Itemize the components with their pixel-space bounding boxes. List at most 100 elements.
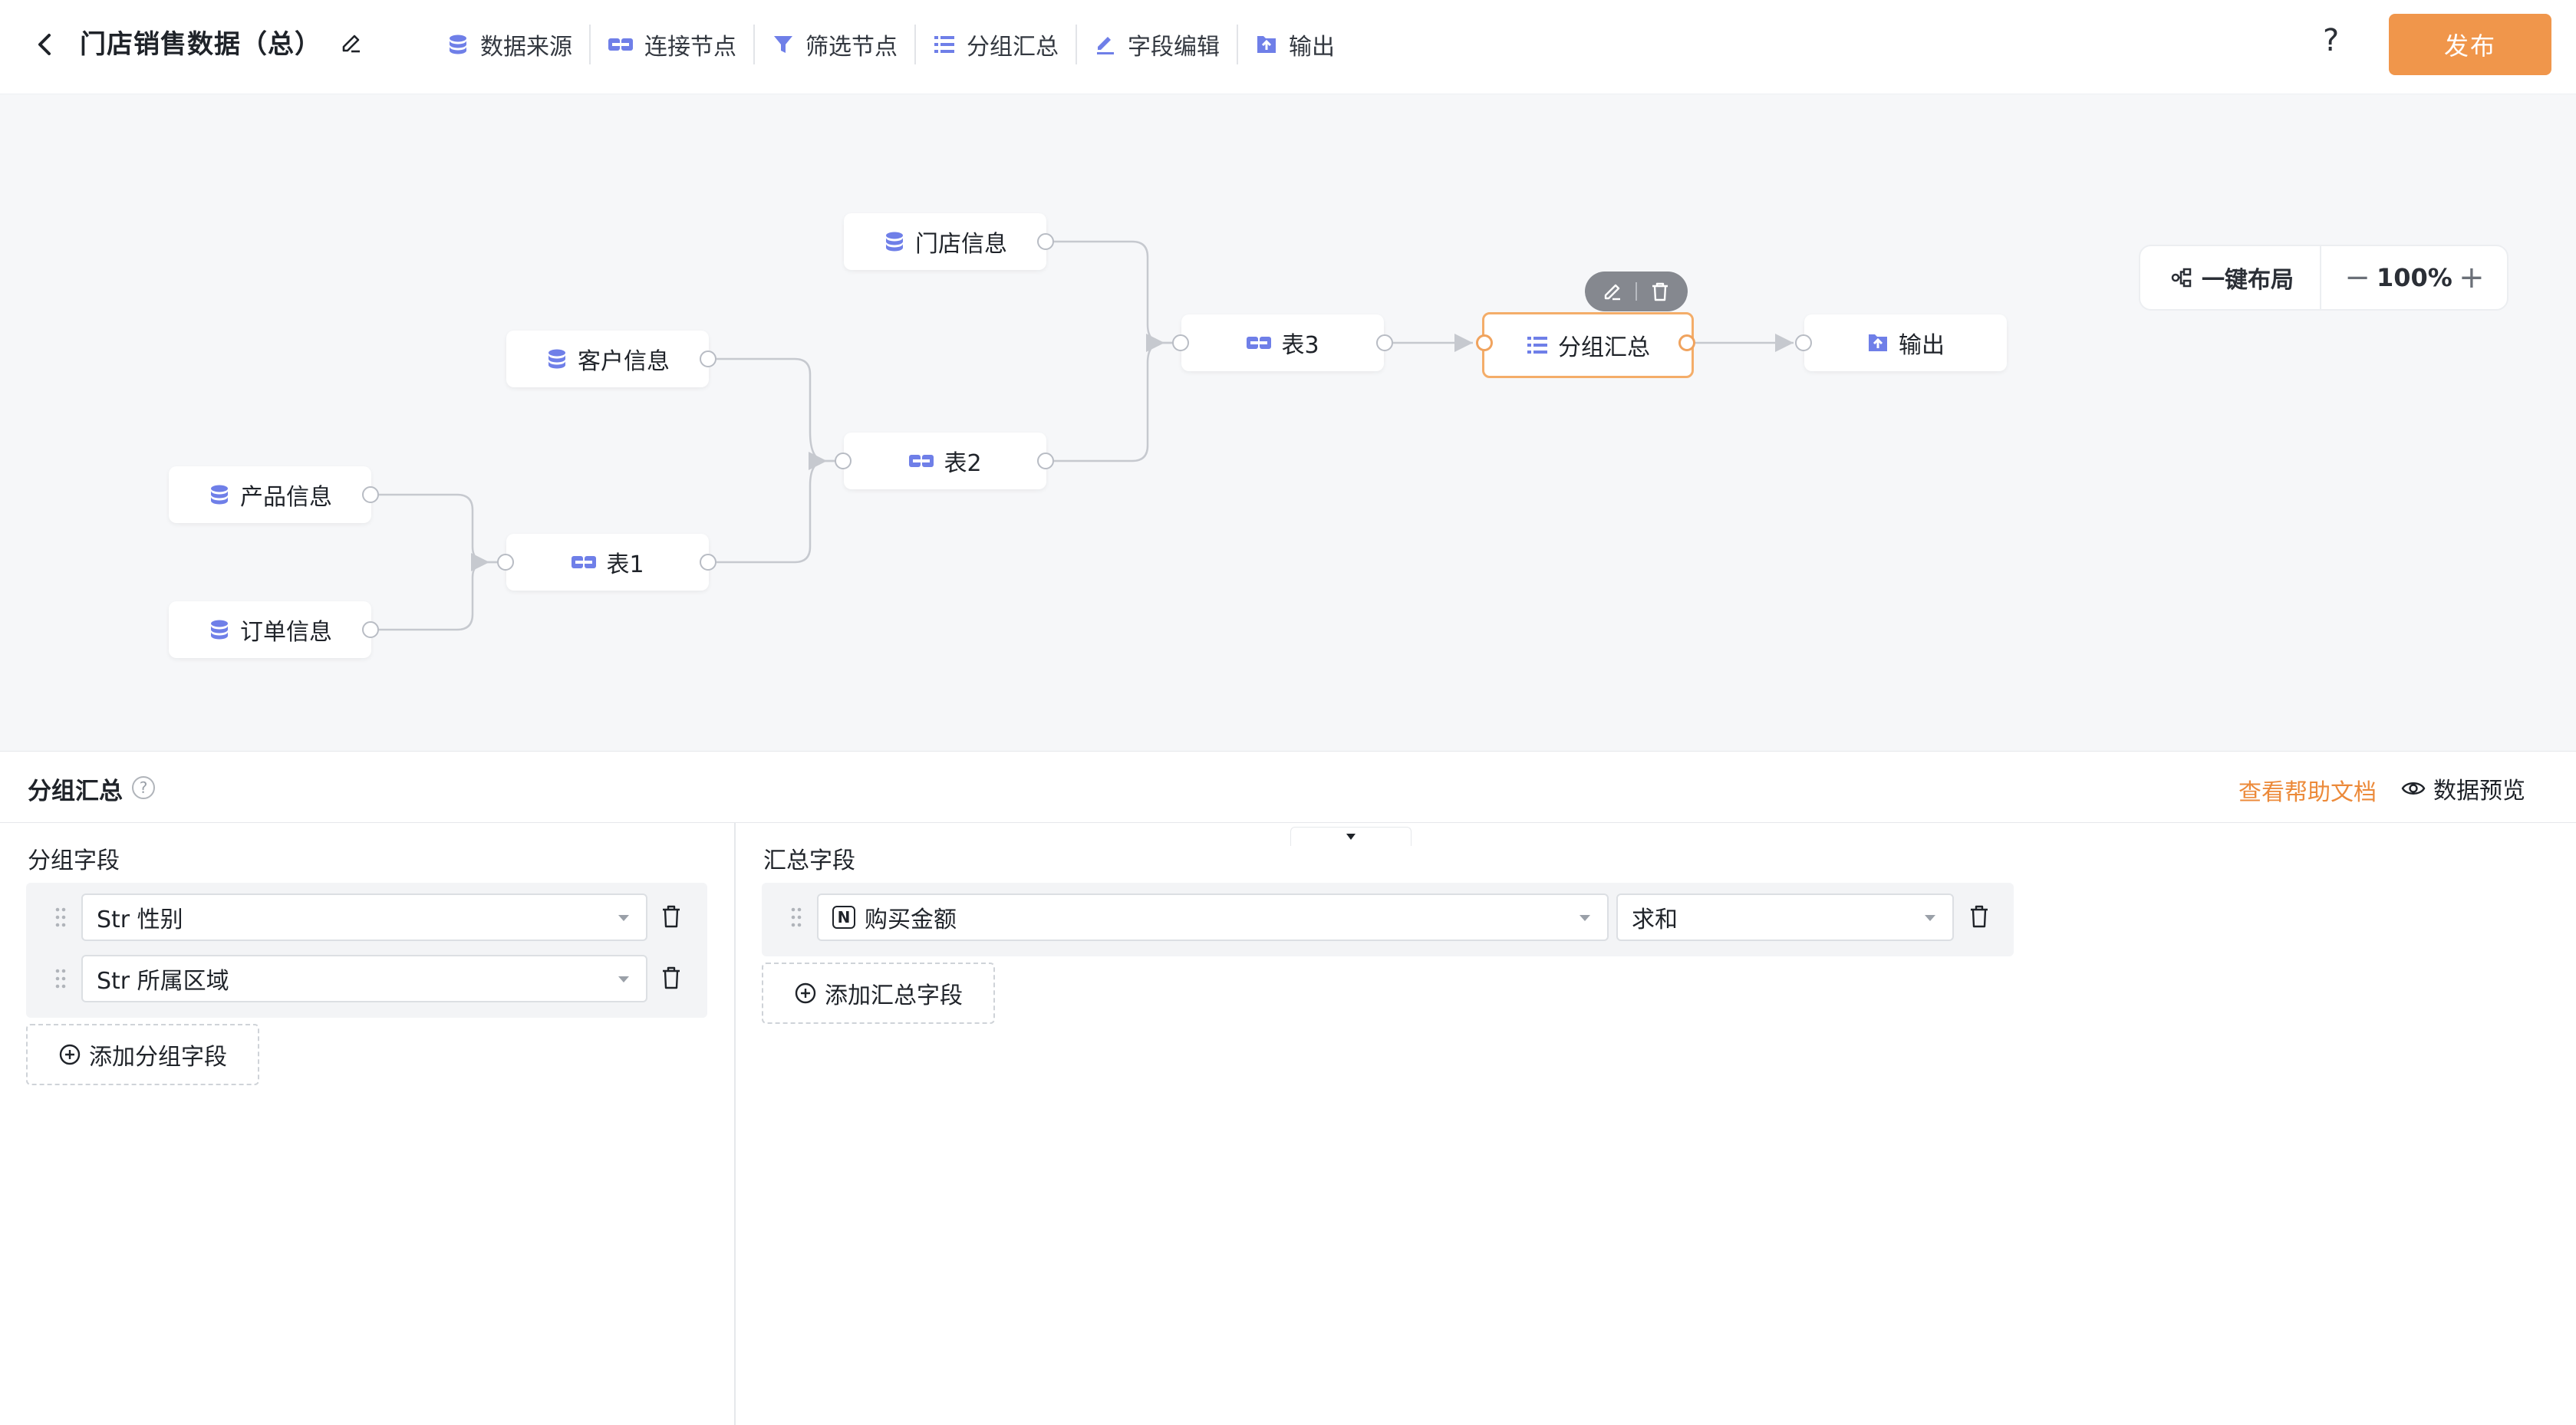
number-type-icon: N <box>832 906 855 929</box>
zoom-out-button[interactable]: − <box>2344 260 2370 295</box>
drag-handle-icon[interactable] <box>54 906 68 929</box>
tool-label: 分组汇总 <box>967 34 1059 61</box>
output-port[interactable] <box>1037 233 1054 250</box>
database-icon <box>211 620 228 640</box>
output-port[interactable] <box>1037 453 1054 469</box>
node-store-info[interactable]: 门店信息 <box>844 213 1046 270</box>
plus-circle-icon <box>59 1044 81 1065</box>
chevron-down-icon <box>618 915 629 921</box>
tool-output[interactable]: 输出 <box>1237 25 1352 64</box>
tool-label: 连接节点 <box>644 34 736 61</box>
group-fields-list: Str 性别 Str 所属区域 <box>26 883 707 1018</box>
summary-fields-label: 汇总字段 <box>763 847 855 874</box>
add-group-field-button[interactable]: 添加分组字段 <box>26 1024 259 1085</box>
layout-tree-icon <box>2171 268 2192 288</box>
group-icon <box>934 36 954 53</box>
selected-value: 购买金额 <box>865 907 957 933</box>
node-label: 产品信息 <box>240 484 332 511</box>
zoom-level: 100% <box>2377 263 2452 292</box>
node-toolbar: 数据来源 连接节点 筛选节点 分组汇总 字段编辑 输出 <box>430 25 1352 64</box>
node-product-info[interactable]: 产品信息 <box>169 466 371 523</box>
summary-fields-list: N 购买金额 求和 <box>762 883 2014 956</box>
node-customer-info[interactable]: 客户信息 <box>506 331 709 387</box>
node-order-info[interactable]: 订单信息 <box>169 601 371 658</box>
delete-node-icon[interactable] <box>1649 281 1671 302</box>
help-doc-link[interactable]: 查看帮助文档 <box>2238 773 2377 807</box>
output-icon <box>1869 334 1887 351</box>
edit-icon <box>1097 37 1114 54</box>
rename-edit-icon[interactable] <box>339 31 364 55</box>
flow-canvas[interactable]: 一键布局 − 100% + 门店信息 客户信息 产品信息 订单信息 表1 表2 <box>0 94 2576 846</box>
publish-button[interactable]: 发布 <box>2389 14 2551 75</box>
node-table1[interactable]: 表1 <box>506 534 709 591</box>
input-port[interactable] <box>497 554 514 571</box>
node-table2[interactable]: 表2 <box>844 433 1046 489</box>
chevron-down-icon <box>618 976 629 982</box>
output-icon <box>1257 36 1276 53</box>
page-title: 门店销售数据（总） <box>80 29 321 60</box>
edit-node-icon[interactable] <box>1602 281 1623 302</box>
tool-group-summary[interactable]: 分组汇总 <box>914 25 1076 64</box>
canvas-controls: 一键布局 − 100% + <box>2139 245 2508 311</box>
node-action-bar <box>1585 272 1688 311</box>
config-panel-header: 分组汇总 ? 查看帮助文档 数据预览 <box>0 751 2576 823</box>
data-preview-button[interactable]: 数据预览 <box>2401 772 2525 805</box>
tool-label: 筛选节点 <box>805 34 898 61</box>
output-port[interactable] <box>700 350 716 367</box>
output-port[interactable] <box>362 621 379 638</box>
join-icon <box>572 556 597 568</box>
back-arrow-icon[interactable] <box>31 29 61 60</box>
input-port[interactable] <box>1172 334 1189 351</box>
chevron-down-icon <box>1580 915 1590 921</box>
node-label: 门店信息 <box>915 231 1007 258</box>
tool-field-edit[interactable]: 字段编辑 <box>1076 25 1237 64</box>
divider <box>1636 282 1637 301</box>
input-port[interactable] <box>835 453 852 469</box>
input-port[interactable] <box>1795 334 1812 351</box>
group-field-select[interactable]: Str 所属区域 <box>81 955 647 1002</box>
node-label: 订单信息 <box>240 619 332 646</box>
group-field-select[interactable]: Str 性别 <box>81 894 647 941</box>
node-table3[interactable]: 表3 <box>1181 314 1384 371</box>
output-port[interactable] <box>700 554 716 571</box>
node-label: 客户信息 <box>578 348 670 375</box>
database-icon <box>450 35 466 54</box>
help-icon[interactable]: ? <box>2323 23 2339 58</box>
input-port[interactable] <box>1476 334 1493 351</box>
delete-field-icon[interactable] <box>660 966 683 990</box>
zoom-in-button[interactable]: + <box>2459 260 2485 295</box>
auto-layout-button[interactable]: 一键布局 <box>2140 245 2321 311</box>
delete-field-icon[interactable] <box>660 904 683 929</box>
question-icon[interactable]: ? <box>132 776 155 799</box>
add-summary-field-button[interactable]: 添加汇总字段 <box>762 963 995 1024</box>
tool-label: 输出 <box>1289 34 1335 61</box>
drag-handle-icon[interactable] <box>54 967 68 990</box>
node-group-summary[interactable]: 分组汇总 <box>1482 312 1694 378</box>
drag-handle-icon[interactable] <box>789 906 803 929</box>
node-label: 分组汇总 <box>1558 334 1650 361</box>
node-output[interactable]: 输出 <box>1804 314 2007 371</box>
join-icon <box>1247 337 1272 349</box>
join-icon <box>909 455 934 467</box>
database-icon <box>211 485 228 505</box>
tool-join-node[interactable]: 连接节点 <box>589 25 753 64</box>
tool-data-source[interactable]: 数据来源 <box>430 25 589 64</box>
plus-circle-icon <box>795 982 816 1004</box>
aggregation-select[interactable]: 求和 <box>1616 894 1954 941</box>
output-port[interactable] <box>1376 334 1393 351</box>
output-port[interactable] <box>362 486 379 503</box>
tool-label: 数据来源 <box>480 34 572 61</box>
output-port[interactable] <box>1678 334 1695 351</box>
selected-value: 求和 <box>1632 907 1678 933</box>
node-label: 表2 <box>944 450 982 477</box>
group-fields-label: 分组字段 <box>28 847 120 874</box>
add-summary-field-label: 添加汇总字段 <box>825 982 963 1009</box>
chevron-down-icon <box>1925 915 1935 921</box>
node-label: 表3 <box>1281 332 1319 359</box>
tool-filter-node[interactable]: 筛选节点 <box>753 25 914 64</box>
summary-field-select[interactable]: N 购买金额 <box>817 894 1609 941</box>
top-toolbar: 门店销售数据（总） 数据来源 连接节点 筛选节点 分组汇总 字段编辑 输出 ? … <box>0 0 2576 94</box>
delete-field-icon[interactable] <box>1968 904 1991 929</box>
data-preview-label: 数据预览 <box>2433 778 2525 805</box>
panel-title: 分组汇总 <box>28 778 123 805</box>
